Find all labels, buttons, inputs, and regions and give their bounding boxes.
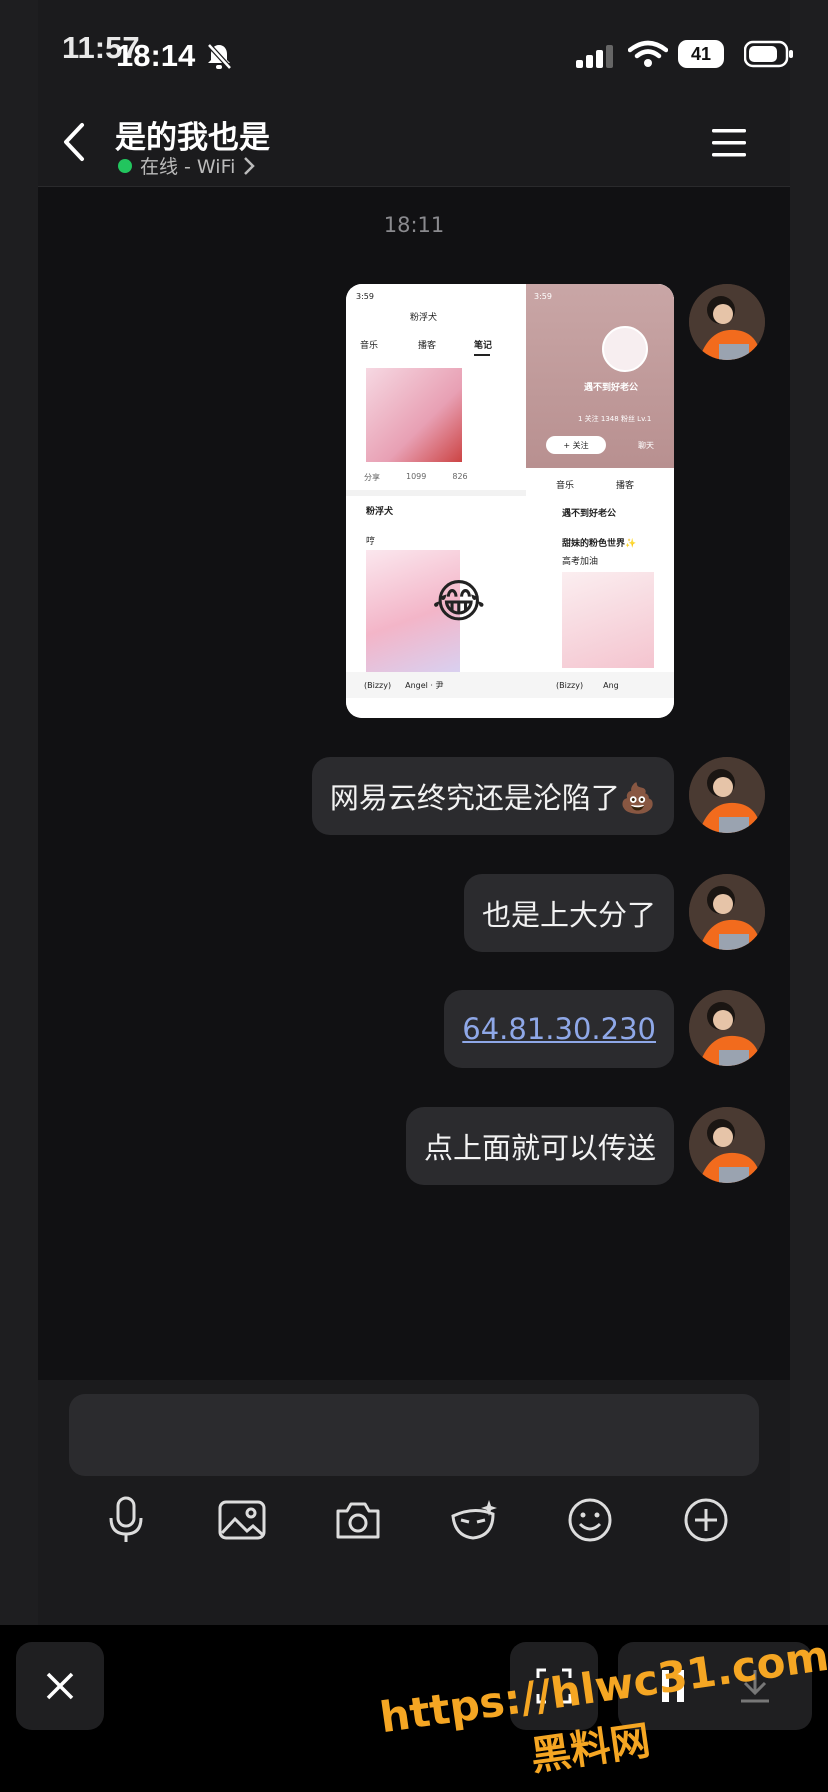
signal-icon [576,45,613,68]
chat-timestamp: 18:11 [383,213,445,237]
embedded-right-post-line2: 高考加油 [562,557,599,567]
embedded-left-post-user: 粉浮犬 [366,507,394,517]
avatar-photo-icon [689,874,765,950]
embedded-left-user: 粉浮犬 [410,313,438,323]
embedded-follow-button: + 关注 [546,436,606,454]
embedded-right-player: (Bizzy) Ang [526,672,674,698]
embedded-right-post-user: 遇不到好老公 [562,509,617,519]
avatar[interactable] [689,1107,765,1183]
chat-title: 是的我也是 [115,120,270,156]
laughing-emoji-icon: 😂 [432,574,486,628]
image-icon[interactable] [212,1490,272,1550]
avatar[interactable] [689,990,765,1066]
microphone-icon[interactable] [96,1490,156,1550]
embedded-chat-button: 聊天 [638,441,654,450]
plus-icon[interactable] [676,1490,736,1550]
embedded-left-tab-notes: 笔记 [474,341,493,351]
embedded-right-tab-music: 音乐 [556,481,575,491]
avatar[interactable] [689,284,765,360]
avatar-photo-icon [689,284,765,360]
embedded-right-pane: 3:59 遇不到好老公 1 关注 1348 粉丝 Lv.1 + 关注 聊天 音乐… [526,284,674,718]
message-bubble[interactable]: 也是上大分了 [463,874,674,952]
battery-icon: 41 [678,40,724,68]
avatar-photo-icon [689,757,765,833]
bell-muted-icon [207,43,232,70]
battery-level: 41 [690,43,712,64]
battery-outline-icon [744,40,793,68]
online-status-text: 在线 - WiFi [140,156,236,178]
embedded-right-player-artist: (Bizzy) [556,680,584,690]
embedded-share: 分享 [364,473,380,482]
embedded-right-tab-podcast: 播客 [616,481,635,491]
embedded-divider [346,490,526,496]
message-text: 点上面就可以传送 [423,1131,656,1165]
embedded-left-time: 3:59 [356,292,374,301]
message-bubble[interactable]: 网易云终究还是沦陷了💩 [311,757,674,835]
composer-toolbar [96,1490,736,1550]
avatar[interactable] [689,874,765,950]
embedded-likes: 826 [452,472,468,481]
embedded-profile-name: 遇不到好老公 [584,383,639,393]
embedded-left-tab-podcast: 播客 [418,341,437,351]
embedded-left-player-artist: (Bizzy) [364,680,392,690]
image-message[interactable]: 3:59 粉浮犬 音乐 播客 笔记 分享 1099 826 粉浮犬 哼 😂 (B… [346,284,674,718]
online-dot-icon [118,158,132,173]
emoji-icon[interactable] [560,1490,620,1550]
embedded-left-tab-music: 音乐 [360,341,379,351]
embedded-right-time: 3:59 [534,292,552,301]
mask-icon[interactable] [444,1490,504,1550]
back-arrow-icon[interactable] [62,122,86,162]
status-time: 18:14 [116,38,196,73]
close-icon [46,1672,74,1700]
menu-icon[interactable] [710,128,748,158]
embedded-comments: 1099 [406,472,427,481]
message-text: 也是上大分了 [481,898,656,932]
avatar[interactable] [689,757,765,833]
embedded-left-pane: 3:59 粉浮犬 音乐 播客 笔记 分享 1099 826 粉浮犬 哼 😂 (B… [346,284,526,718]
message-bubble[interactable]: 64.81.30.230 [444,990,674,1068]
camera-icon[interactable] [328,1490,388,1550]
close-button[interactable] [16,1642,104,1730]
embedded-right-post-line1: 甜妹的粉色世界✨ [562,539,637,549]
embedded-profile-avatar [602,326,648,372]
avatar-photo-icon [689,990,765,1066]
online-status[interactable]: 在线 - WiFi [118,152,256,179]
wifi-icon [628,40,668,67]
embedded-photo-1 [366,368,462,462]
embedded-photo-3 [562,572,654,668]
embedded-profile-stats: 1 关注 1348 粉丝 Lv.1 [578,415,652,423]
embedded-left-player: (Bizzy) Angel · 尹 [346,672,526,698]
message-bubble[interactable]: 点上面就可以传送 [405,1107,674,1185]
message-link[interactable]: 64.81.30.230 [462,1012,656,1046]
message-text: 网易云终究还是沦陷了💩 [329,781,656,815]
message-input[interactable] [69,1394,759,1476]
embedded-left-actions: 分享 1099 826 [364,472,468,483]
embedded-tab-underline [474,354,490,356]
embedded-left-post-text: 哼 [366,537,376,547]
embedded-right-player-song: Ang [603,680,619,690]
chevron-right-icon [244,156,256,175]
avatar-photo-icon [689,1107,765,1183]
embedded-left-player-song: Angel · 尹 [405,680,444,690]
